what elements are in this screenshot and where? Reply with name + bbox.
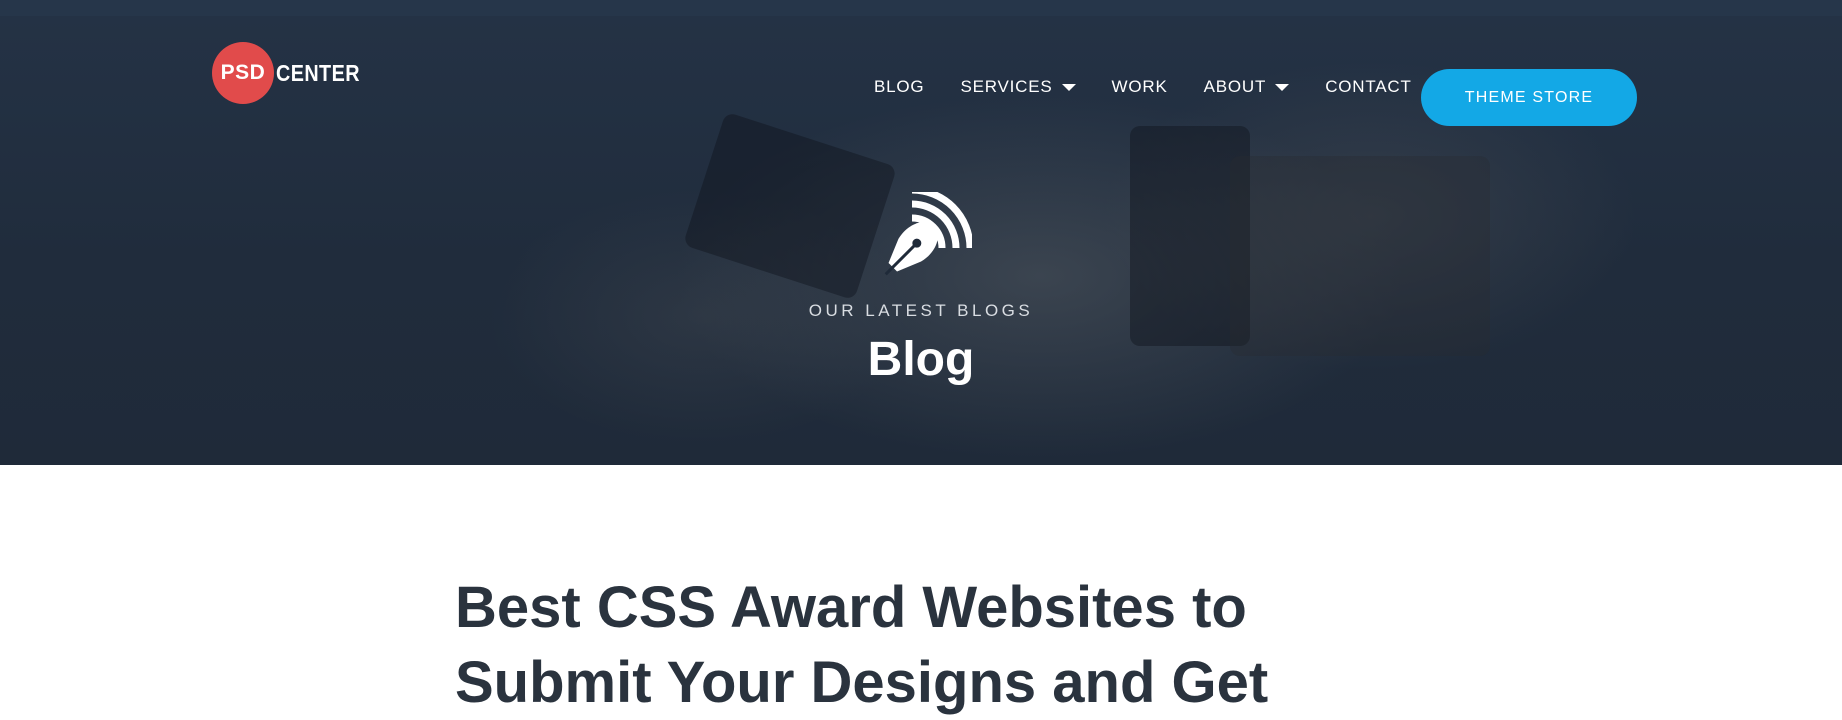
nav-item-label: SERVICES xyxy=(960,77,1053,96)
hero-bg-shape xyxy=(1230,156,1490,356)
nav-item-label: WORK xyxy=(1111,77,1168,96)
page-title: Blog xyxy=(867,333,975,386)
nav-item-label: ABOUT xyxy=(1203,77,1267,96)
nav-item-about[interactable]: ABOUT xyxy=(1204,77,1290,97)
main-nav: BLOG SERVICES WORK ABOUT CONTACT xyxy=(874,70,1448,104)
hero-eyebrow: OUR LATEST BLOGS xyxy=(808,301,1034,320)
nav-item-label: BLOG xyxy=(874,77,925,96)
hero-bg-shape xyxy=(682,111,898,301)
logo[interactable]: PSD CENTER xyxy=(212,42,374,104)
caret-down-icon xyxy=(1061,83,1076,91)
theme-store-button[interactable]: THEME STORE xyxy=(1421,69,1637,126)
logo-text: CENTER xyxy=(276,59,360,86)
top-strip xyxy=(0,0,1842,16)
nav-item-blog[interactable]: BLOG xyxy=(874,77,924,97)
pen-nib-broadcast-icon xyxy=(884,192,972,276)
caret-down-icon xyxy=(1275,83,1290,91)
post-title[interactable]: Best CSS Award Websites to Submit Your D… xyxy=(455,570,1355,720)
nav-item-work[interactable]: WORK xyxy=(1112,77,1168,97)
logo-badge: PSD xyxy=(212,42,274,104)
nav-item-services[interactable]: SERVICES xyxy=(960,77,1076,97)
nav-item-contact[interactable]: CONTACT xyxy=(1325,77,1412,97)
nav-item-label: CONTACT xyxy=(1325,77,1412,96)
